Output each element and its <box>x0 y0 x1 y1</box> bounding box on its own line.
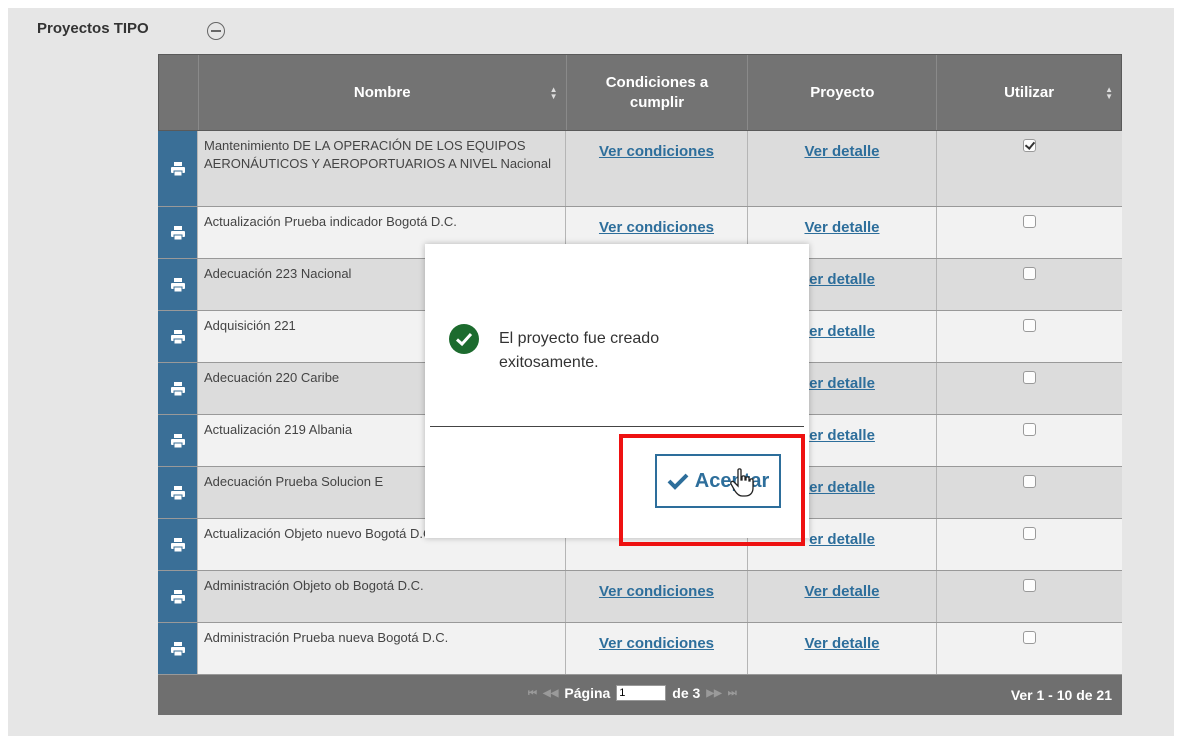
view-detail-link[interactable]: er detalle <box>809 323 875 340</box>
page-input[interactable] <box>616 685 667 701</box>
conditions-cell: Ver condiciones <box>566 131 748 206</box>
header-conditions-label: Condiciones a cumplir <box>605 73 709 111</box>
view-detail-link[interactable]: er detalle <box>809 271 875 288</box>
project-name: Mantenimiento DE LA OPERACIÓN DE LOS EQU… <box>198 131 566 206</box>
use-checkbox[interactable] <box>1022 475 1036 488</box>
use-checkbox[interactable] <box>1022 215 1036 228</box>
view-detail-link[interactable]: Ver detalle <box>804 143 879 160</box>
use-checkbox[interactable] <box>1022 139 1036 152</box>
prev-page-icon[interactable]: ◀◀ <box>543 688 558 699</box>
print-icon[interactable] <box>158 467 198 518</box>
conditions-cell: Ver condiciones <box>566 623 748 674</box>
dialog-divider <box>430 426 804 427</box>
last-page-icon[interactable]: ⏭ <box>728 688 737 699</box>
project-name: Administración Objeto ob Bogotá D.C. <box>198 571 566 622</box>
grid-footer: ⏮ ◀◀ Página de 3 ▶▶ ⏭ Ver 1 - 10 de 21 <box>158 675 1122 715</box>
sort-icon[interactable]: ▲ ▼ <box>1105 85 1113 100</box>
use-cell <box>937 519 1121 570</box>
dialog-message: El proyecto fue creado exitosamente. <box>499 330 660 371</box>
view-detail-link[interactable]: er detalle <box>809 531 875 548</box>
use-checkbox[interactable] <box>1022 267 1036 280</box>
table-row: Mantenimiento DE LA OPERACIÓN DE LOS EQU… <box>158 131 1122 207</box>
view-detail-link[interactable]: Ver detalle <box>804 219 879 236</box>
use-checkbox[interactable] <box>1022 319 1036 332</box>
conditions-cell: Ver condiciones <box>566 571 748 622</box>
use-cell <box>937 415 1121 466</box>
print-icon[interactable] <box>158 623 198 674</box>
view-conditions-link[interactable]: Ver condiciones <box>599 143 714 160</box>
grid-header: Nombre ▲ ▼ Condiciones a cumplir Proyecto… <box>158 54 1122 131</box>
print-icon[interactable] <box>158 207 198 258</box>
page-total: de 3 <box>672 685 701 701</box>
use-cell <box>937 467 1121 518</box>
header-name[interactable]: Nombre ▲ ▼ <box>199 55 567 130</box>
header-project: Proyecto <box>748 55 938 130</box>
print-icon[interactable] <box>158 311 198 362</box>
view-detail-link[interactable]: Ver detalle <box>804 635 879 652</box>
view-detail-link[interactable]: Ver detalle <box>804 583 879 600</box>
print-icon[interactable] <box>158 363 198 414</box>
use-checkbox[interactable] <box>1022 423 1036 436</box>
check-circle-icon <box>449 324 479 354</box>
print-icon[interactable] <box>158 415 198 466</box>
use-cell <box>937 131 1121 206</box>
print-icon[interactable] <box>158 519 198 570</box>
detail-cell: Ver detalle <box>748 571 937 622</box>
header-project-label: Proyecto <box>810 84 875 101</box>
view-conditions-link[interactable]: Ver condiciones <box>599 583 714 600</box>
view-conditions-link[interactable]: Ver condiciones <box>599 635 714 652</box>
view-detail-link[interactable]: er detalle <box>809 375 875 392</box>
use-checkbox[interactable] <box>1022 527 1036 540</box>
collapse-icon[interactable] <box>207 22 225 40</box>
view-detail-link[interactable]: er detalle <box>809 479 875 496</box>
highlight-box <box>619 434 805 546</box>
records-range: Ver 1 - 10 de 21 <box>1010 687 1112 703</box>
detail-cell: Ver detalle <box>748 623 937 674</box>
use-cell <box>937 571 1121 622</box>
use-cell <box>937 207 1121 258</box>
first-page-icon[interactable]: ⏮ <box>528 688 537 699</box>
table-row: Administración Prueba nueva Bogotá D.C. V… <box>158 623 1122 675</box>
use-checkbox[interactable] <box>1022 631 1036 644</box>
use-cell <box>937 623 1121 674</box>
header-icon-column <box>159 55 199 130</box>
header-conditions: Condiciones a cumplir <box>567 55 749 130</box>
print-icon[interactable] <box>158 571 198 622</box>
next-page-icon[interactable]: ▶▶ <box>706 688 721 699</box>
header-use-label: Utilizar <box>1004 84 1055 101</box>
sort-icon[interactable]: ▲ ▼ <box>550 85 558 100</box>
project-name: Administración Prueba nueva Bogotá D.C. <box>198 623 566 674</box>
detail-cell: Ver detalle <box>748 131 937 206</box>
use-cell <box>937 259 1121 310</box>
use-cell <box>937 363 1121 414</box>
hand-pointer-icon <box>730 468 756 503</box>
view-conditions-link[interactable]: Ver condiciones <box>599 219 714 236</box>
pager: ⏮ ◀◀ Página de 3 ▶▶ ⏭ <box>528 685 737 701</box>
header-use[interactable]: Utilizar ▲ ▼ <box>937 55 1121 130</box>
view-detail-link[interactable]: er detalle <box>809 427 875 444</box>
table-row: Administración Objeto ob Bogotá D.C. Ver … <box>158 571 1122 623</box>
use-cell <box>937 311 1121 362</box>
header-name-label: Nombre <box>353 84 411 101</box>
use-checkbox[interactable] <box>1022 371 1036 384</box>
print-icon[interactable] <box>158 131 198 206</box>
section-title: Proyectos TIPO <box>37 20 149 37</box>
print-icon[interactable] <box>158 259 198 310</box>
page-label: Página <box>564 685 611 701</box>
use-checkbox[interactable] <box>1022 579 1036 592</box>
